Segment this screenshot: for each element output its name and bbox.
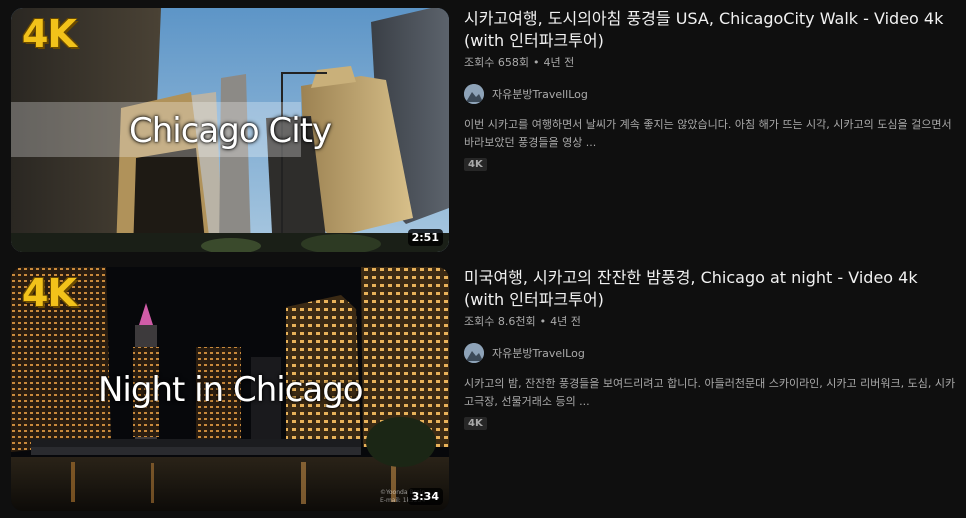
- description-line2: 고극장, 선물거래소 등의 ...: [464, 395, 590, 408]
- video-metadata: 조회수 8.6천회 • 4년 전: [464, 313, 960, 329]
- video-duration: 3:34: [407, 488, 443, 505]
- quality-tag-4k: 4K: [464, 417, 487, 430]
- video-duration: 2:51: [407, 229, 443, 246]
- channel-avatar[interactable]: [464, 84, 484, 104]
- upload-age: 4년 전: [550, 315, 581, 328]
- video-title-line2[interactable]: (with 인터파크투어): [464, 30, 960, 52]
- description-line1: 이번 시카고를 여행하면서 날씨가 계속 좋지는 않았습니다. 아침 해가 뜨는…: [464, 118, 952, 131]
- upload-age: 4년 전: [543, 56, 575, 69]
- video-info: 미국여행, 시카고의 잔잔한 밤풍경, Chicago at night - V…: [464, 267, 960, 430]
- view-count: 조회수 8.6천회: [464, 315, 536, 328]
- thumbnail-overlay-title: Night in Chicago: [98, 370, 364, 410]
- thumbnail-overlay-title: Chicago City: [129, 111, 332, 151]
- video-title[interactable]: 미국여행, 시카고의 잔잔한 밤풍경, Chicago at night - V…: [464, 267, 960, 311]
- search-results-list: 4K Chicago City 2:51 시카고여행, 도시의아침 풍경들 US…: [0, 0, 966, 518]
- video-thumbnail[interactable]: 4K Night in Chicago ©Yoonda Brain E-mail…: [11, 267, 449, 511]
- channel-avatar[interactable]: [464, 343, 484, 363]
- video-title[interactable]: 시카고여행, 도시의아침 풍경들 USA, ChicagoCity Walk -…: [464, 8, 960, 52]
- description-line1: 시카고의 밤, 잔잔한 풍경들을 보여드리려고 합니다. 아들러천문대 스카이라…: [464, 377, 956, 390]
- video-result-chicago-city: 4K Chicago City 2:51 시카고여행, 도시의아침 풍경들 US…: [0, 8, 966, 256]
- video-info: 시카고여행, 도시의아침 풍경들 USA, ChicagoCity Walk -…: [464, 8, 960, 171]
- meta-separator: •: [539, 315, 547, 328]
- description-line2: 바라보았던 풍경들을 영상 ...: [464, 136, 597, 149]
- video-title-line1[interactable]: 시카고여행, 도시의아침 풍경들 USA, ChicagoCity Walk -…: [464, 8, 960, 30]
- channel-name[interactable]: 자유분방TravelLog: [492, 345, 585, 361]
- thumbnail-4k-badge: 4K: [22, 12, 77, 56]
- channel-link[interactable]: 자유분방TravellLog: [464, 82, 960, 106]
- video-description: 이번 시카고를 여행하면서 날씨가 계속 좋지는 않았습니다. 아침 해가 뜨는…: [464, 116, 958, 152]
- video-thumbnail[interactable]: 4K Chicago City 2:51: [11, 8, 449, 252]
- video-title-line1[interactable]: 미국여행, 시카고의 잔잔한 밤풍경, Chicago at night - V…: [464, 267, 960, 289]
- view-count: 조회수 658회: [464, 56, 529, 69]
- video-metadata: 조회수 658회 • 4년 전: [464, 54, 960, 70]
- avatar-image-icon: [464, 84, 484, 104]
- quality-tag-4k: 4K: [464, 158, 487, 171]
- channel-name[interactable]: 자유분방TravellLog: [492, 86, 588, 102]
- channel-link[interactable]: 자유분방TravelLog: [464, 341, 960, 365]
- thumbnail-4k-badge: 4K: [22, 271, 77, 315]
- video-result-night-in-chicago: 4K Night in Chicago ©Yoonda Brain E-mail…: [0, 267, 966, 515]
- meta-separator: •: [532, 56, 540, 69]
- avatar-image-icon: [464, 343, 484, 363]
- video-description: 시카고의 밤, 잔잔한 풍경들을 보여드리려고 합니다. 아들러천문대 스카이라…: [464, 375, 958, 411]
- video-title-line2[interactable]: (with 인터파크투어): [464, 289, 960, 311]
